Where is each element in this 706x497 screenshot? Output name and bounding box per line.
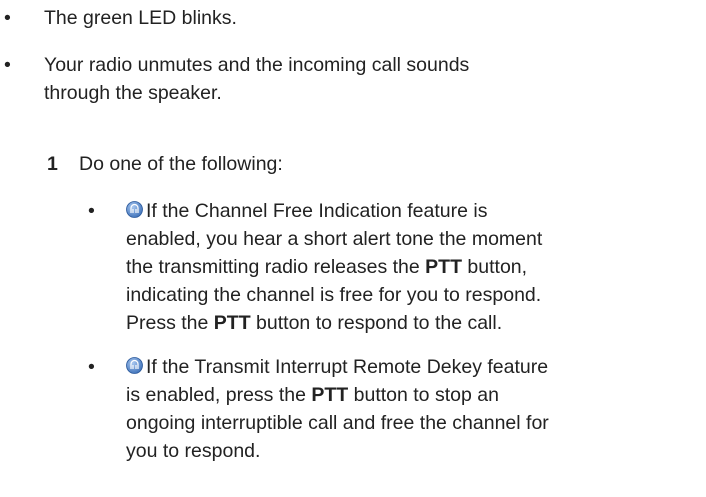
text-line: enabled, you hear a short alert tone the… bbox=[126, 228, 543, 250]
bullet-text: Your radio unmutes and the incoming call… bbox=[44, 51, 644, 107]
feature-availability-icon bbox=[126, 201, 143, 218]
bullet-text-line: through the speaker. bbox=[44, 82, 222, 104]
text-line: Press the PTT button to respond to the c… bbox=[126, 309, 696, 337]
text-segment: button, bbox=[462, 256, 528, 278]
sub-bullet-text: If the Transmit Interrupt Remote Dekey f… bbox=[126, 353, 696, 465]
text-line: indicating the channel is free for you t… bbox=[126, 284, 542, 306]
ptt-label: PTT bbox=[213, 312, 251, 334]
text-segment: is enabled, press the bbox=[126, 384, 312, 406]
text-line: is enabled, press the PTT button to stop… bbox=[126, 381, 696, 409]
text-segment: button to respond to the call. bbox=[250, 312, 503, 334]
text-line: ongoing interruptible call and free the … bbox=[126, 412, 549, 434]
text-line: If the Channel Free Indication feature i… bbox=[126, 197, 696, 225]
text-line: If the Transmit Interrupt Remote Dekey f… bbox=[126, 353, 696, 381]
bullet-text: The green LED blinks. bbox=[44, 7, 237, 29]
bullet-dot: • bbox=[88, 200, 95, 222]
text-segment: If the Transmit Interrupt Remote Dekey f… bbox=[146, 356, 549, 378]
bullet-dot: • bbox=[88, 356, 95, 378]
text-segment: Press the bbox=[126, 312, 214, 334]
step-number: 1 bbox=[47, 153, 58, 175]
step-text: Do one of the following: bbox=[79, 153, 283, 175]
text-segment: If the Channel Free Indication feature i… bbox=[146, 200, 488, 222]
feature-availability-icon bbox=[126, 357, 143, 374]
ptt-label: PTT bbox=[311, 384, 349, 406]
text-segment: button to stop an bbox=[348, 384, 499, 406]
text-segment: the transmitting radio releases the bbox=[126, 256, 426, 278]
sub-bullet-text: If the Channel Free Indication feature i… bbox=[126, 197, 696, 337]
text-line: you to respond. bbox=[126, 440, 261, 462]
text-line: the transmitting radio releases the PTT … bbox=[126, 253, 696, 281]
bullet-dot: • bbox=[4, 7, 11, 29]
bullet-dot: • bbox=[4, 54, 11, 76]
ptt-label: PTT bbox=[425, 256, 462, 278]
bullet-text-line: Your radio unmutes and the incoming call… bbox=[44, 54, 470, 76]
